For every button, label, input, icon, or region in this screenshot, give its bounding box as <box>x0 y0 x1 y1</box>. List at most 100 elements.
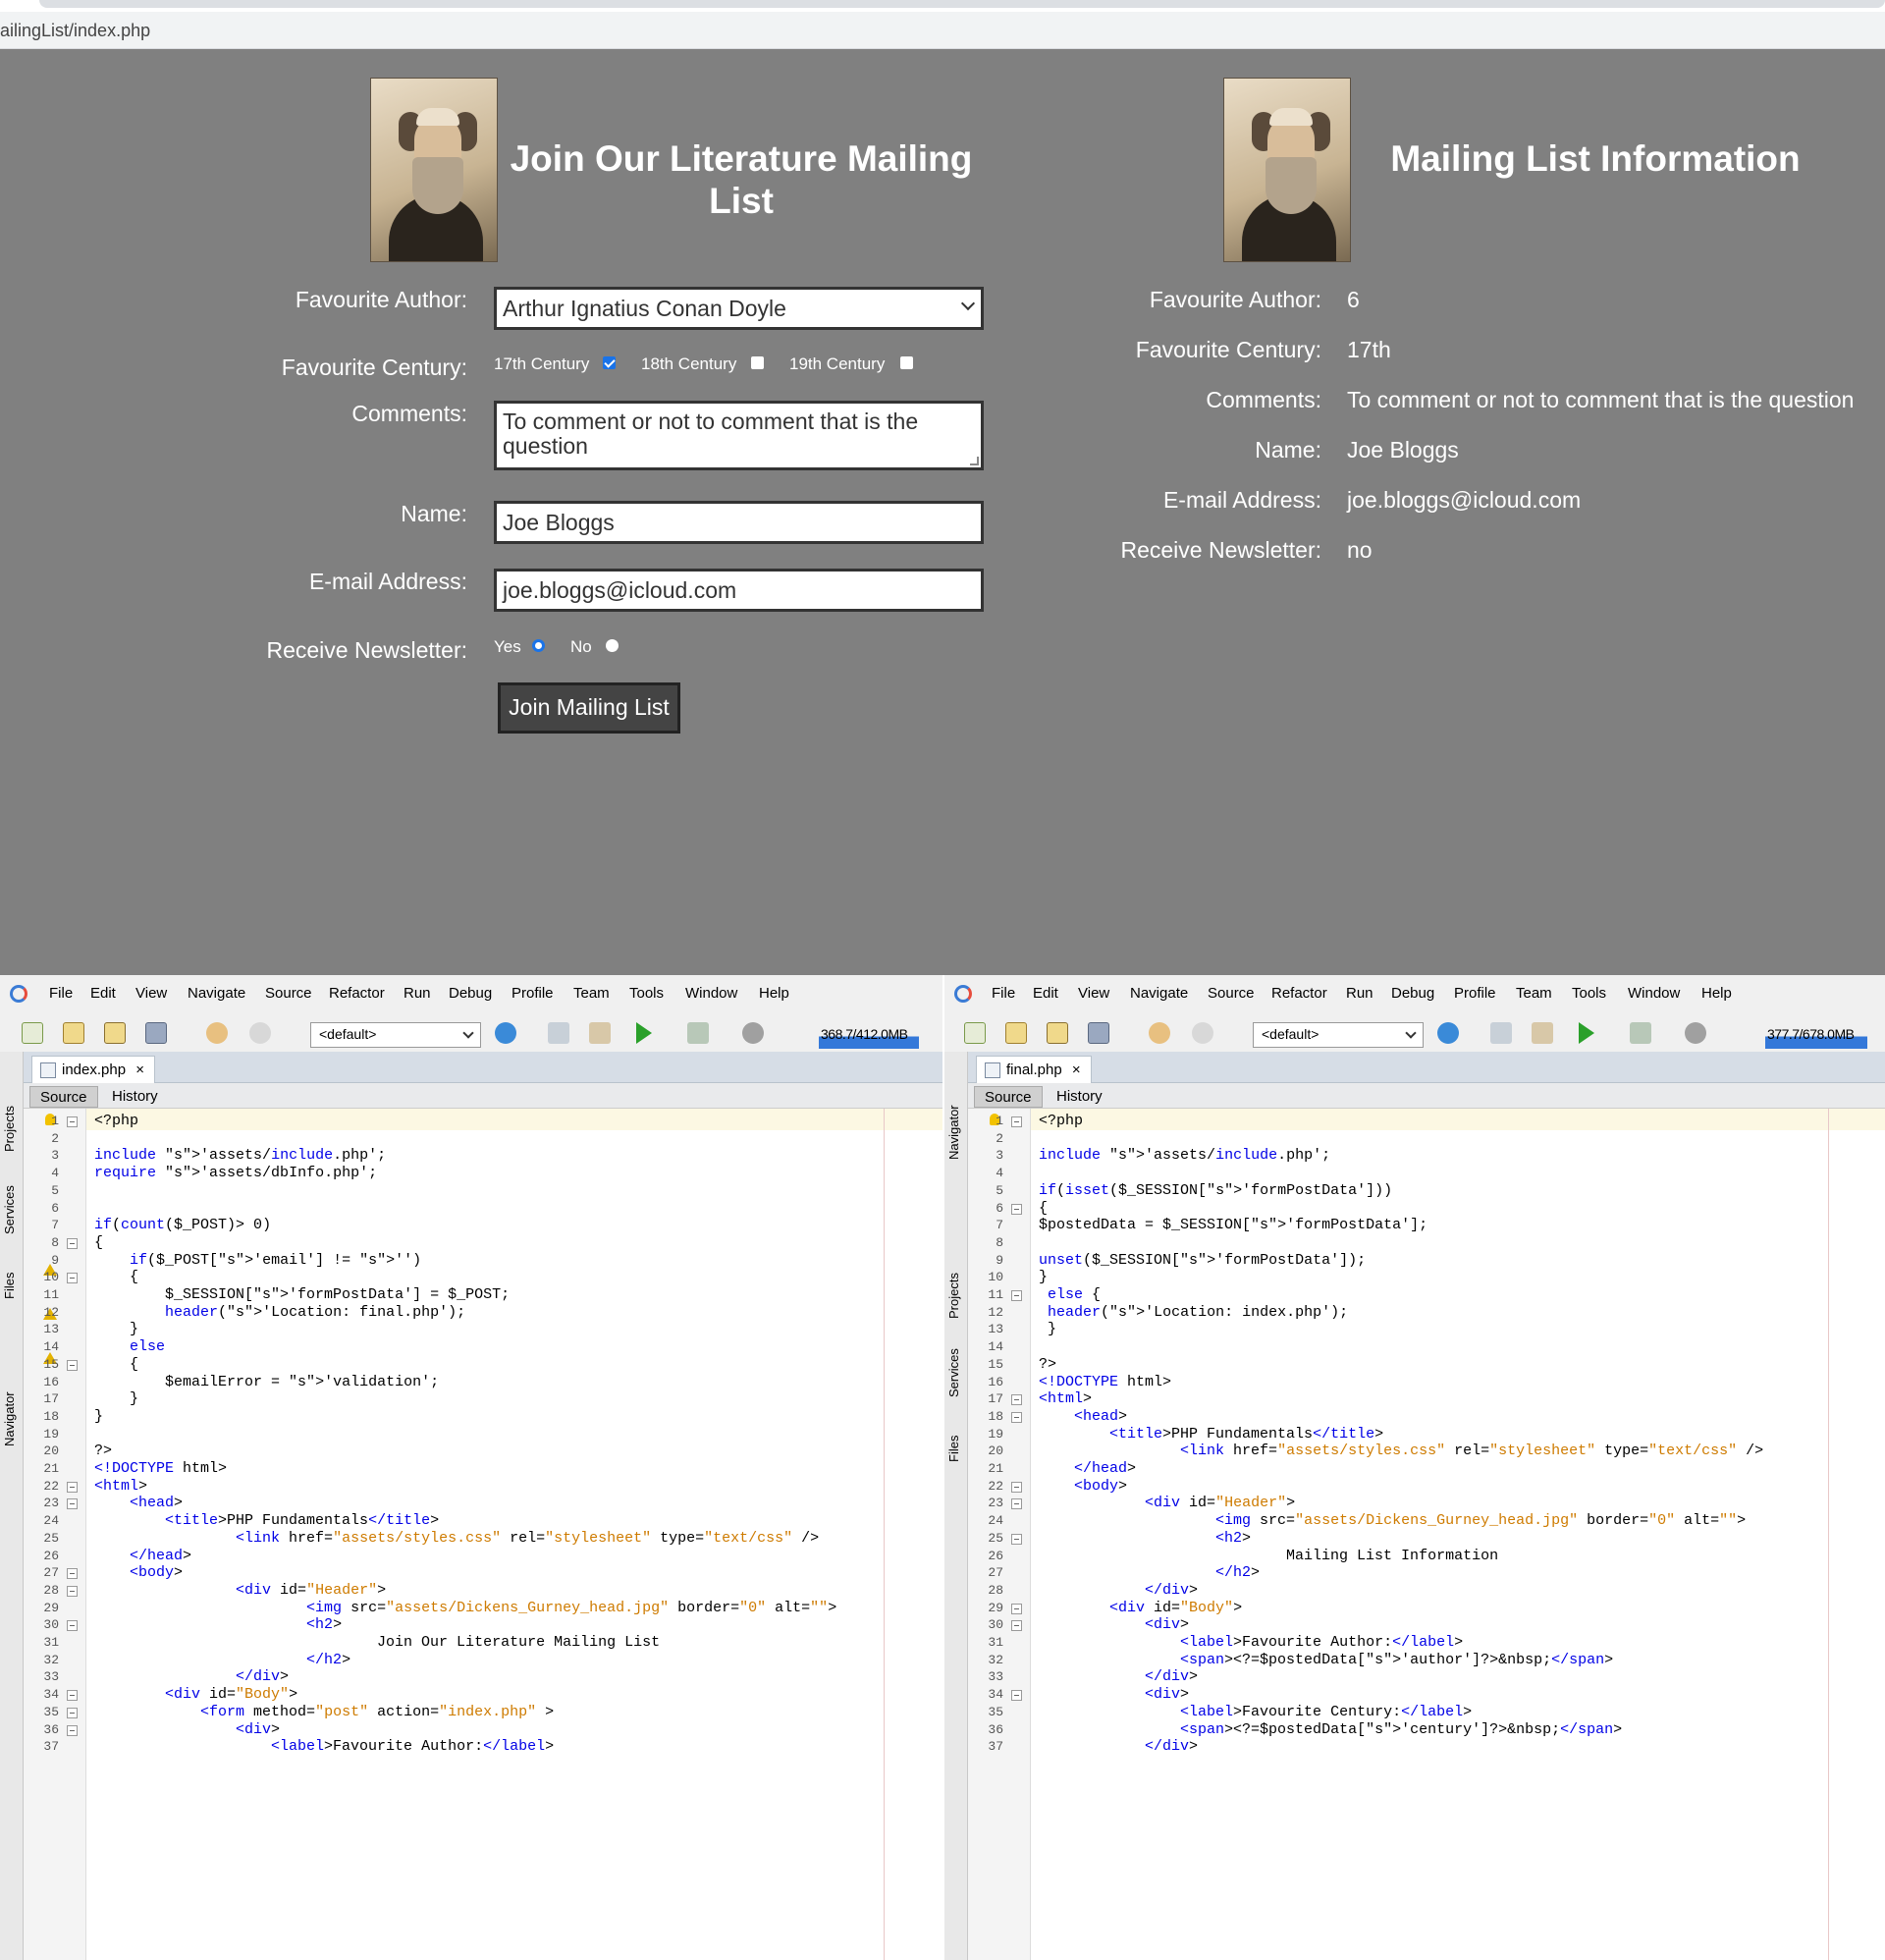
menu-tools[interactable]: Tools <box>1572 985 1606 1002</box>
code-line[interactable]: Mailing List Information <box>1039 1548 1498 1564</box>
fold-toggle-icon[interactable] <box>67 1585 78 1597</box>
code-editor-final[interactable]: 1 <?php 2 3 include "s">'assets/include.php'… <box>968 1109 1885 1960</box>
code-line[interactable]: <html> <box>94 1478 147 1495</box>
code-line[interactable]: <div> <box>1039 1686 1189 1703</box>
code-line[interactable]: } <box>94 1321 138 1337</box>
tab-history[interactable]: History <box>102 1086 168 1108</box>
century-19-checkbox[interactable] <box>900 356 913 369</box>
menu-edit[interactable]: Edit <box>90 985 116 1002</box>
open-project-icon[interactable] <box>104 1022 126 1044</box>
code-line[interactable]: <label>Favourite Author:</label> <box>94 1738 554 1755</box>
debug-icon[interactable] <box>687 1022 709 1044</box>
code-line[interactable]: header("s">'Location: final.php'); <box>94 1304 465 1321</box>
resize-grip-icon[interactable] <box>970 457 979 465</box>
menu-file[interactable]: File <box>992 985 1015 1002</box>
menu-profile[interactable]: Profile <box>512 985 554 1002</box>
code-line[interactable]: <img src="assets/Dickens_Gurney_head.jpg… <box>94 1600 836 1616</box>
code-line[interactable]: </head> <box>1039 1460 1136 1477</box>
redo-icon[interactable] <box>249 1022 271 1044</box>
code-line[interactable]: header("s">'Location: index.php'); <box>1039 1304 1348 1321</box>
undo-icon[interactable] <box>1149 1022 1170 1044</box>
side-tab-navigator[interactable]: Navigator <box>2 1391 17 1446</box>
menu-help[interactable]: Help <box>1701 985 1732 1002</box>
fold-toggle-icon[interactable] <box>67 1237 78 1249</box>
clean-build-icon[interactable] <box>1532 1022 1553 1044</box>
profile-icon[interactable] <box>1685 1022 1706 1044</box>
code-line[interactable]: <img src="assets/Dickens_Gurney_head.jpg… <box>1039 1512 1746 1529</box>
code-line[interactable]: $emailError = "s">'validation'; <box>94 1374 439 1390</box>
code-line[interactable]: </h2> <box>1039 1564 1260 1581</box>
menu-team[interactable]: Team <box>573 985 610 1002</box>
code-line[interactable]: <head> <box>94 1495 183 1511</box>
code-line[interactable]: </head> <box>94 1548 191 1564</box>
tab-history[interactable]: History <box>1047 1086 1112 1108</box>
code-line[interactable]: <form method="post" action="index.php" > <box>94 1704 554 1720</box>
code-line[interactable]: else { <box>1039 1286 1101 1303</box>
fold-toggle-icon[interactable] <box>1011 1411 1022 1423</box>
menu-source[interactable]: Source <box>265 985 312 1002</box>
code-line[interactable]: <body> <box>1039 1478 1127 1495</box>
code-line[interactable]: include "s">'assets/include.php'; <box>94 1147 386 1164</box>
globe-icon[interactable] <box>495 1022 516 1044</box>
code-line[interactable]: ?> <box>1039 1356 1056 1373</box>
code-line[interactable]: </h2> <box>94 1652 350 1668</box>
century-17-checkbox[interactable] <box>603 356 616 369</box>
code-line[interactable]: <!DOCTYPE html> <box>1039 1374 1171 1390</box>
author-select[interactable]: Arthur Ignatius Conan Doyle <box>494 287 984 330</box>
code-line[interactable]: if(count($_POST)> 0) <box>94 1217 271 1233</box>
code-line[interactable]: if(isset($_SESSION["s">'formPostData'])) <box>1039 1182 1392 1199</box>
side-tab-files[interactable]: Files <box>2 1273 17 1299</box>
menu-team[interactable]: Team <box>1516 985 1552 1002</box>
save-all-icon[interactable] <box>1088 1022 1109 1044</box>
memory-indicator[interactable]: 377.7/678.0MB <box>1765 1021 1867 1049</box>
fold-toggle-icon[interactable] <box>1011 1690 1022 1702</box>
menu-run[interactable]: Run <box>404 985 431 1002</box>
code-line[interactable]: <?php <box>1039 1113 1083 1129</box>
side-tab-projects[interactable]: Projects <box>2 1106 17 1152</box>
side-tab-services[interactable]: Services <box>946 1348 961 1397</box>
clean-build-icon[interactable] <box>589 1022 611 1044</box>
menu-run[interactable]: Run <box>1346 985 1373 1002</box>
code-line[interactable]: $_SESSION["s">'formPostData'] = $_POST; <box>94 1286 510 1303</box>
new-project-icon[interactable] <box>63 1022 84 1044</box>
menu-refactor[interactable]: Refactor <box>1271 985 1327 1002</box>
save-all-icon[interactable] <box>145 1022 167 1044</box>
century-18-checkbox[interactable] <box>751 356 764 369</box>
undo-icon[interactable] <box>206 1022 228 1044</box>
fold-toggle-icon[interactable] <box>67 1707 78 1718</box>
memory-indicator[interactable]: 368.7/412.0MB <box>819 1021 919 1049</box>
fold-toggle-icon[interactable] <box>1011 1620 1022 1632</box>
fold-toggle-icon[interactable] <box>1011 1603 1022 1614</box>
fold-toggle-icon[interactable] <box>1011 1203 1022 1215</box>
fold-toggle-icon[interactable] <box>1011 1533 1022 1545</box>
config-select[interactable]: <default> <box>310 1022 481 1048</box>
new-file-icon[interactable] <box>22 1022 43 1044</box>
code-line[interactable]: ?> <box>94 1443 112 1459</box>
code-line[interactable]: <div> <box>1039 1616 1189 1633</box>
tab-source[interactable]: Source <box>974 1086 1043 1108</box>
menu-edit[interactable]: Edit <box>1033 985 1058 1002</box>
menu-window[interactable]: Window <box>685 985 737 1002</box>
code-line[interactable]: <label>Favourite Century:</label> <box>1039 1704 1472 1720</box>
side-tab-projects[interactable]: Projects <box>946 1273 961 1319</box>
code-line[interactable]: <!DOCTYPE html> <box>94 1460 227 1477</box>
newsletter-no-radio[interactable] <box>606 639 619 652</box>
build-icon[interactable] <box>1490 1022 1512 1044</box>
menu-view[interactable]: View <box>1078 985 1109 1002</box>
code-line[interactable]: </div> <box>1039 1582 1198 1599</box>
code-editor-index[interactable]: 1 <?php 2 3 include "s">'assets/include.php'… <box>24 1109 942 1960</box>
code-line[interactable]: if($_POST["s">'email'] != "s">'') <box>94 1252 421 1269</box>
code-line[interactable]: <title>PHP Fundamentals</title> <box>94 1512 439 1529</box>
open-project-icon[interactable] <box>1047 1022 1068 1044</box>
close-icon[interactable]: × <box>135 1062 144 1078</box>
code-line[interactable]: { <box>94 1234 103 1251</box>
join-mailing-list-button[interactable]: Join Mailing List <box>498 682 680 734</box>
fold-toggle-icon[interactable] <box>67 1481 78 1493</box>
menu-navigate[interactable]: Navigate <box>1130 985 1188 1002</box>
code-line[interactable]: <span><?=$postedData["s">'author']?>&nbs… <box>1039 1652 1613 1668</box>
fold-toggle-icon[interactable] <box>1011 1481 1022 1493</box>
code-line[interactable]: else <box>94 1338 165 1355</box>
code-line[interactable]: require "s">'assets/dbInfo.php'; <box>94 1165 377 1181</box>
fold-toggle-icon[interactable] <box>1011 1498 1022 1510</box>
file-tab-final-php[interactable]: final.php × <box>976 1056 1092 1083</box>
